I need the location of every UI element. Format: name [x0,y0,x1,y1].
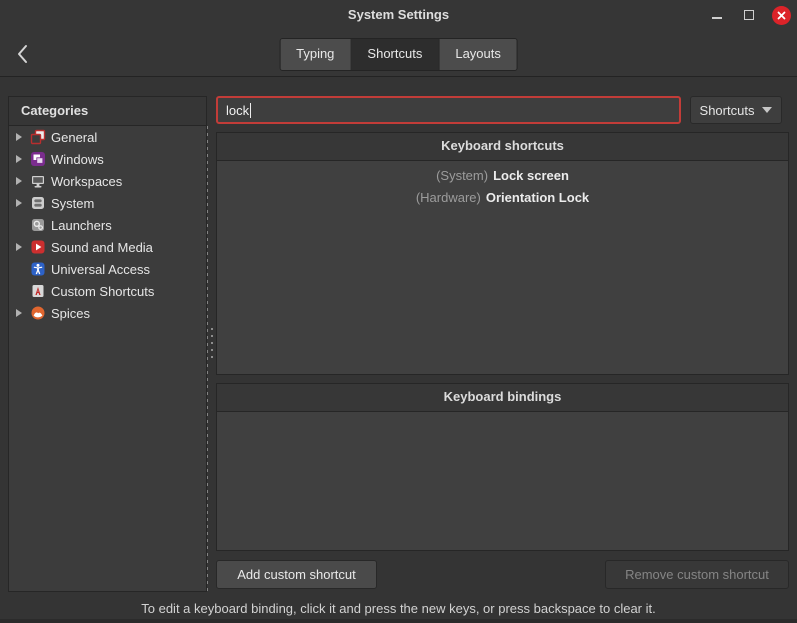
sidebar-item-label: Custom Shortcuts [51,284,154,299]
toolbar: Typing Shortcuts Layouts [0,30,797,77]
system-settings-window: System Settings Typing Shortcuts La [0,0,797,623]
keyboard-bindings-panel: Keyboard bindings [216,383,789,551]
expander-icon[interactable] [16,133,30,141]
spices-icon [30,305,46,321]
expander-icon[interactable] [16,155,30,163]
filter-dropdown[interactable]: Shortcuts [690,96,782,124]
pane-separator[interactable] [207,126,208,591]
shortcut-category: (Hardware) [416,190,481,205]
expander-icon[interactable] [16,309,30,317]
shortcut-category: (System) [436,168,488,183]
sidebar-item-windows[interactable]: Windows [9,148,206,170]
titlebar: System Settings [0,0,797,30]
search-input-value: lock [226,103,249,118]
shortcut-name: Lock screen [493,168,569,183]
windows-icon [30,151,46,167]
expander-icon[interactable] [16,177,30,185]
minimize-button[interactable] [706,4,728,26]
pane-grip-dots[interactable] [211,328,213,360]
universal-access-icon [30,261,46,277]
sidebar-item-launchers[interactable]: Launchers [9,214,206,236]
tab-typing[interactable]: Typing [280,39,351,70]
sidebar-item-workspaces[interactable]: Workspaces [9,170,206,192]
add-custom-shortcut-button[interactable]: Add custom shortcut [216,560,377,589]
close-icon [772,6,791,25]
keyboard-bindings-header: Keyboard bindings [217,384,788,412]
sidebar-item-label: Sound and Media [51,240,153,255]
categories-header: Categories [9,97,206,126]
launchers-icon [30,217,46,233]
window-bottom-edge [0,619,797,623]
sidebar-item-label: Workspaces [51,174,122,189]
search-input[interactable]: lock [216,96,681,124]
chevron-left-icon [16,44,29,64]
tab-layouts[interactable]: Layouts [439,39,517,70]
sidebar-item-label: Spices [51,306,90,321]
shortcut-row-lock-screen[interactable]: (System) Lock screen [217,164,788,186]
maximize-icon [744,10,754,20]
sidebar-item-spices[interactable]: Spices [9,302,206,324]
workspaces-icon [30,173,46,189]
custom-shortcuts-icon [30,283,46,299]
shortcut-name: Orientation Lock [486,190,589,205]
keyboard-shortcuts-list: (System) Lock screen (Hardware) Orientat… [217,161,788,208]
tab-shortcuts[interactable]: Shortcuts [351,39,439,70]
sidebar-item-general[interactable]: General [9,126,206,148]
system-icon [30,195,46,211]
keyboard-shortcuts-header: Keyboard shortcuts [217,133,788,161]
sidebar-item-custom-shortcuts[interactable]: Custom Shortcuts [9,280,206,302]
sidebar-item-system[interactable]: System [9,192,206,214]
categories-sidebar: Categories General Windows [8,96,207,592]
general-icon [30,129,46,145]
tab-group: Typing Shortcuts Layouts [279,38,518,71]
sidebar-item-sound-and-media[interactable]: Sound and Media [9,236,206,258]
expander-icon[interactable] [16,199,30,207]
keyboard-shortcuts-panel: Keyboard shortcuts (System) Lock screen … [216,132,789,375]
chevron-down-icon [762,107,772,113]
sidebar-item-label: Universal Access [51,262,150,277]
sound-media-icon [30,239,46,255]
sidebar-item-label: System [51,196,94,211]
expander-icon[interactable] [16,243,30,251]
close-button[interactable] [770,4,792,26]
text-caret [250,103,251,118]
maximize-button[interactable] [738,4,760,26]
statusbar-hint: To edit a keyboard binding, click it and… [0,598,797,618]
minimize-icon [712,17,722,19]
keyboard-bindings-list [217,412,788,415]
window-controls [706,0,792,30]
shortcut-row-orientation-lock[interactable]: (Hardware) Orientation Lock [217,186,788,208]
window-title: System Settings [0,0,797,30]
remove-custom-shortcut-button[interactable]: Remove custom shortcut [605,560,789,589]
back-button[interactable] [10,41,34,67]
sidebar-item-label: General [51,130,97,145]
sidebar-item-label: Windows [51,152,104,167]
sidebar-item-universal-access[interactable]: Universal Access [9,258,206,280]
sidebar-item-label: Launchers [51,218,112,233]
filter-dropdown-label: Shortcuts [700,103,755,118]
